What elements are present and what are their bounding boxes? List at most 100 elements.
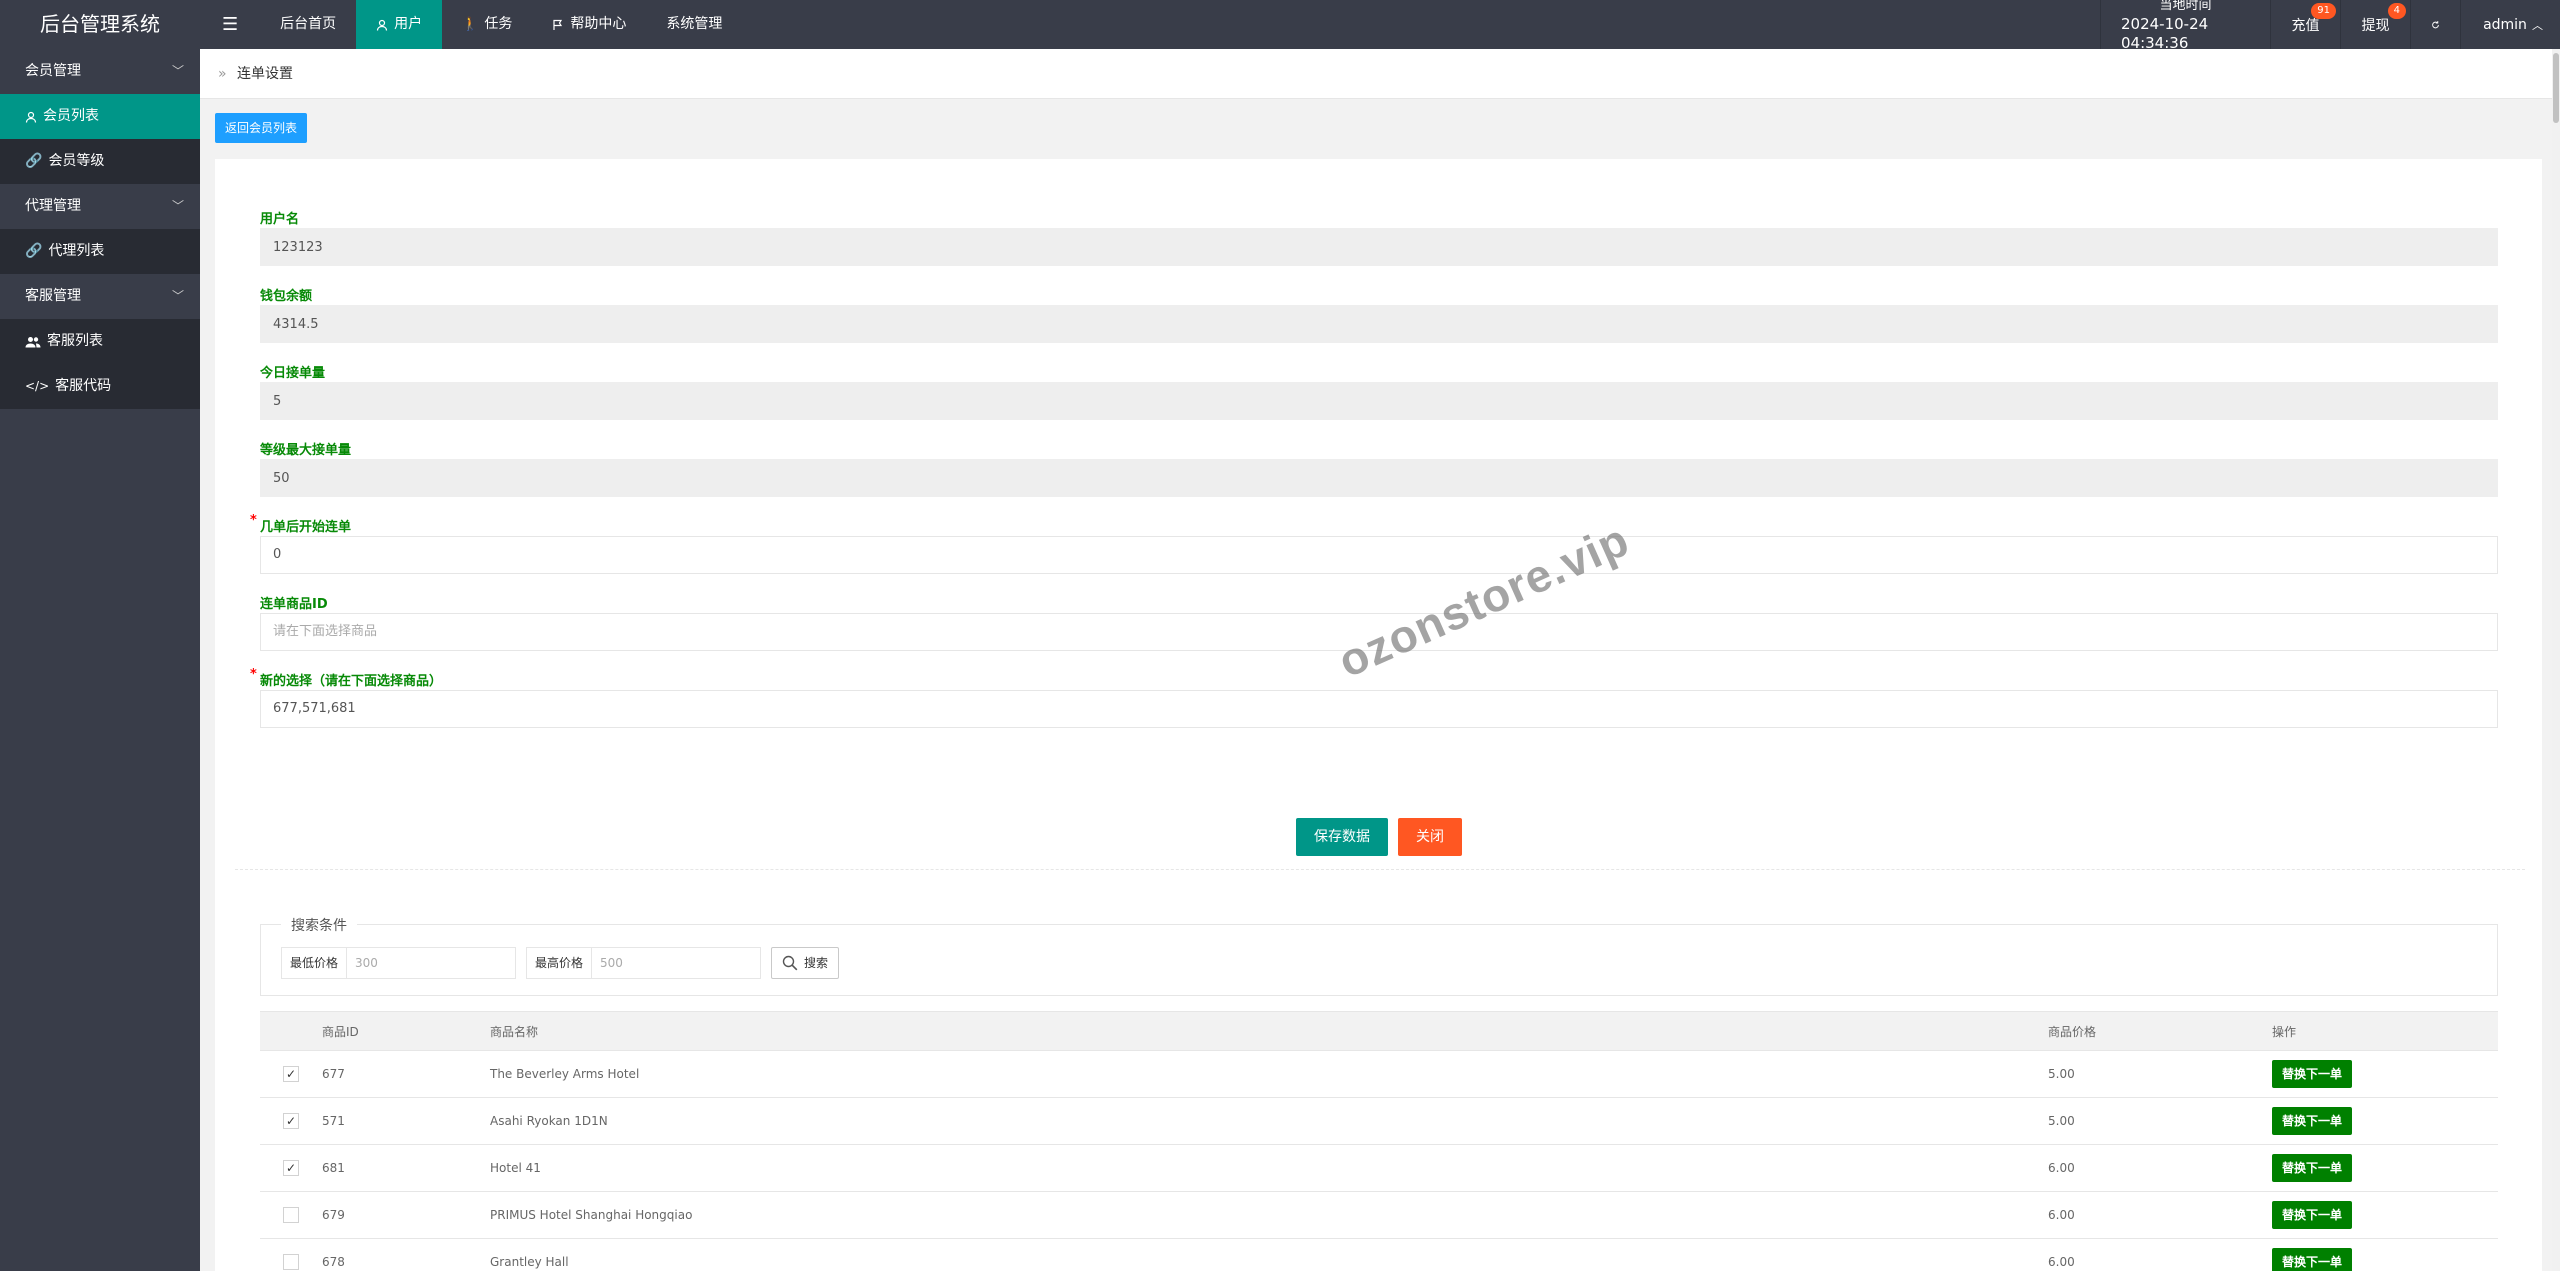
breadcrumb: » 连单设置 xyxy=(200,49,2560,99)
sidebar-item-member-list[interactable]: 会员列表 xyxy=(0,94,200,139)
balance-field[interactable]: 4314.5 xyxy=(260,305,2498,343)
row-id: 571 xyxy=(322,1114,345,1128)
row-id: 678 xyxy=(322,1255,345,1269)
start-after-label: * 几单后开始连单 xyxy=(250,513,352,535)
min-price-group: 最低价格 xyxy=(281,947,517,979)
sidebar-item-member-level[interactable]: 🔗 会员等级 xyxy=(0,139,200,184)
replace-next-order-button[interactable]: 替换下一单 xyxy=(2272,1154,2353,1182)
min-price-label: 最低价格 xyxy=(282,948,348,978)
table-row: 679 PRIMUS Hotel Shanghai Hongqiao 6.00 替换下… xyxy=(260,1192,2498,1239)
nav-help[interactable]: 帮助中心 xyxy=(532,0,646,49)
user-icon xyxy=(25,111,37,123)
username-field[interactable]: 123123 xyxy=(260,228,2498,266)
row-name: Hotel 41 xyxy=(490,1161,541,1175)
replace-next-order-button[interactable]: 替换下一单 xyxy=(2272,1107,2353,1135)
search-icon xyxy=(782,955,798,971)
breadcrumb-current: 连单设置 xyxy=(237,66,294,82)
table-header: 商品ID 商品名称 商品价格 操作 xyxy=(260,1011,2498,1051)
row-check-cell: ✓ xyxy=(260,1113,322,1129)
row-check-cell: ✓ xyxy=(260,1066,322,1082)
menu-toggle-icon[interactable]: ☰ xyxy=(200,0,260,49)
sidebar-group-agents[interactable]: 代理管理 ﹀ xyxy=(0,184,200,229)
row-op-cell: 替换下一单 xyxy=(2272,1060,2498,1088)
row-name: Grantley Hall xyxy=(490,1255,569,1269)
code-icon: </> xyxy=(25,379,50,393)
start-after-label-text: 几单后开始连单 xyxy=(260,520,352,535)
sidebar-group-label: 代理管理 xyxy=(25,198,81,214)
nav-users-label: 用户 xyxy=(394,16,423,32)
row-check-cell: ✓ xyxy=(260,1160,322,1176)
sidebar-item-label: 代理列表 xyxy=(48,243,105,259)
row-name: PRIMUS Hotel Shanghai Hongqiao xyxy=(490,1208,693,1222)
row-checkbox[interactable] xyxy=(283,1254,299,1270)
flag-icon xyxy=(553,19,563,30)
row-checkbox[interactable]: ✓ xyxy=(283,1066,299,1082)
min-price-input[interactable] xyxy=(347,948,516,978)
replace-next-order-button[interactable]: 替换下一单 xyxy=(2272,1248,2353,1271)
scrollbar-thumb[interactable] xyxy=(2553,53,2559,123)
today-orders-field[interactable]: 5 xyxy=(260,382,2498,420)
top-nav: ☰ 后台首页 用户 🚶 任务 帮助中心 系统管理 xyxy=(200,0,742,49)
header-name: 商品名称 xyxy=(490,1024,539,1039)
row-op-cell: 替换下一单 xyxy=(2272,1201,2498,1229)
sidebar-item-label: 客服代码 xyxy=(55,378,112,394)
max-price-input[interactable] xyxy=(592,948,761,978)
chevron-up-icon: ︿ xyxy=(2531,18,2543,32)
row-price: 5.00 xyxy=(2048,1067,2075,1081)
header-price: 商品价格 xyxy=(2048,1024,2097,1039)
sidebar-item-label: 会员列表 xyxy=(43,108,99,124)
search-button[interactable]: 搜索 xyxy=(771,947,840,979)
nav-tasks-label: 任务 xyxy=(484,16,513,32)
nav-tasks[interactable]: 🚶 任务 xyxy=(442,0,532,49)
withdraw-link[interactable]: 提现 4 xyxy=(2340,0,2410,49)
row-checkbox[interactable]: ✓ xyxy=(283,1113,299,1129)
page-scrollbar[interactable] xyxy=(2552,49,2560,1271)
local-time: 当地时间 2024-10-24 04:34:36 xyxy=(2100,0,2270,52)
refresh-icon-svg xyxy=(2432,20,2439,28)
row-name: The Beverley Arms Hotel xyxy=(490,1067,640,1081)
replace-next-order-button[interactable]: 替换下一单 xyxy=(2272,1201,2353,1229)
sidebar-item-support-list[interactable]: 客服列表 xyxy=(0,319,200,364)
start-after-input[interactable] xyxy=(260,536,2498,574)
nav-system-label: 系统管理 xyxy=(666,16,723,32)
sidebar-group-members[interactable]: 会员管理 ﹀ xyxy=(0,49,200,94)
row-op-cell: 替换下一单 xyxy=(2272,1107,2498,1135)
refresh-icon[interactable] xyxy=(2410,0,2460,49)
sidebar-item-agent-list[interactable]: 🔗 代理列表 xyxy=(0,229,200,274)
table-row: ✓ 681 Hotel 41 6.00 替换下一单 xyxy=(260,1145,2498,1192)
nav-home[interactable]: 后台首页 xyxy=(260,0,356,49)
row-id: 677 xyxy=(322,1067,345,1081)
replace-next-order-button[interactable]: 替换下一单 xyxy=(2272,1060,2353,1088)
row-checkbox[interactable]: ✓ xyxy=(283,1160,299,1176)
recharge-link[interactable]: 充值 91 xyxy=(2270,0,2340,49)
user-icon xyxy=(377,19,388,31)
max-price-label: 最高价格 xyxy=(527,948,593,978)
table-row: 678 Grantley Hall 6.00 替换下一单 xyxy=(260,1239,2498,1271)
save-button[interactable]: 保存数据 xyxy=(1296,818,1388,856)
header-op: 操作 xyxy=(2272,1024,2297,1039)
row-checkbox[interactable] xyxy=(283,1207,299,1223)
form-panel: 用户名 123123 钱包余额 4314.5 今日接单量 5 等级最大接单量 5… xyxy=(215,159,2542,1271)
app-logo-title[interactable]: 后台管理系统 xyxy=(0,0,200,49)
chevron-down-icon: ﹀ xyxy=(171,289,184,303)
sidebar-item-support-code[interactable]: </> 客服代码 xyxy=(0,364,200,409)
back-to-member-list-button[interactable]: 返回会员列表 xyxy=(215,113,308,143)
check-icon: ✓ xyxy=(285,1114,297,1128)
max-orders-field[interactable]: 50 xyxy=(260,459,2498,497)
nav-system[interactable]: 系统管理 xyxy=(646,0,742,49)
search-legend: 搜索条件 xyxy=(281,915,357,935)
user-menu[interactable]: admin ︿ xyxy=(2460,0,2560,49)
sidebar-group-support[interactable]: 客服管理 ﹀ xyxy=(0,274,200,319)
row-id: 679 xyxy=(322,1208,345,1222)
walk-icon: 🚶 xyxy=(462,17,479,32)
sidebar-group-label: 客服管理 xyxy=(25,288,81,304)
product-id-input[interactable] xyxy=(260,613,2498,651)
close-button[interactable]: 关闭 xyxy=(1398,818,1462,856)
new-selection-input[interactable] xyxy=(260,690,2498,728)
row-price: 6.00 xyxy=(2048,1255,2075,1269)
search-fieldset: 搜索条件 最低价格 最高价格 搜索 xyxy=(260,915,2498,996)
header-id: 商品ID xyxy=(322,1024,359,1039)
nav-users[interactable]: 用户 xyxy=(356,0,443,49)
check-icon: ✓ xyxy=(285,1161,297,1175)
row-id: 681 xyxy=(322,1161,345,1175)
